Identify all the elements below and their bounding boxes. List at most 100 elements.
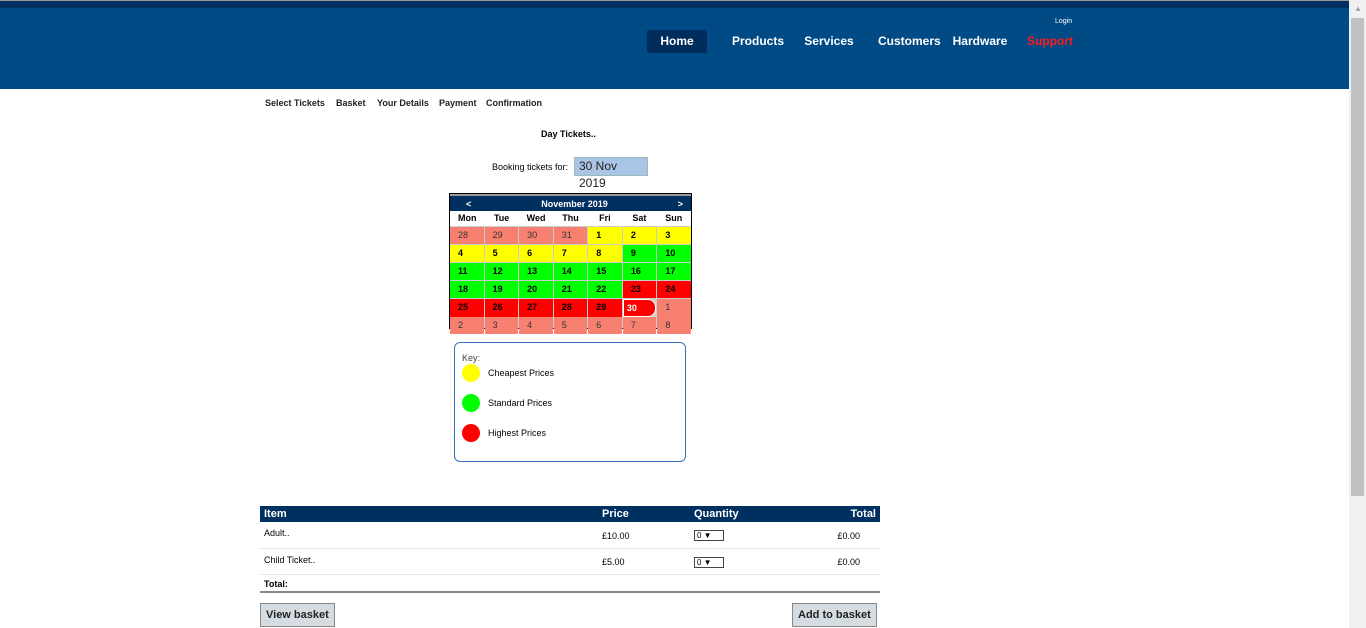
total-label: Total:	[264, 578, 288, 589]
calendar-day[interactable]: 24	[657, 281, 691, 298]
quantity-select[interactable]: 0 ▼	[694, 556, 724, 568]
total-row: Total:	[260, 574, 880, 592]
page-title: Day Tickets..	[541, 129, 596, 139]
calendar-day[interactable]: 25	[450, 299, 484, 317]
calendar-day[interactable]: 23	[622, 281, 657, 298]
calendar-day[interactable]: 5	[553, 317, 588, 334]
calendar-day[interactable]: 29	[484, 227, 519, 244]
calendar-day[interactable]: 4	[519, 317, 553, 334]
quantity-select[interactable]: 0 ▼	[694, 530, 724, 542]
calendar-day[interactable]: 16	[622, 263, 657, 280]
nav-support[interactable]: Support	[1026, 30, 1074, 53]
calendar-day[interactable]: 7	[553, 245, 588, 262]
scroll-thumb[interactable]	[1351, 18, 1364, 496]
calendar: < November 2019 > Mon Tue Wed Thu Fri Sat Sun …	[449, 193, 692, 334]
calendar-day[interactable]: 13	[519, 263, 553, 280]
step-select-tickets[interactable]: Select Tickets	[265, 98, 325, 108]
calendar-day[interactable]: 4	[450, 245, 484, 262]
calendar-day[interactable]: 22	[588, 281, 622, 298]
calendar-day[interactable]: 1	[588, 227, 622, 244]
calendar-day[interactable]: 26	[484, 299, 519, 317]
weekday-label: Sun	[665, 213, 683, 223]
quantity-value: 0	[697, 557, 702, 567]
add-to-basket-button[interactable]: Add to basket	[792, 603, 877, 627]
col-quantity: Quantity	[694, 508, 739, 520]
calendar-day[interactable]: 6	[588, 317, 622, 334]
calendar-day[interactable]: 6	[519, 245, 553, 262]
booking-label: Booking tickets for:	[492, 162, 569, 172]
step-payment[interactable]: Payment	[439, 98, 477, 108]
nav-home[interactable]: Home	[647, 30, 707, 53]
nav-services[interactable]: Services	[803, 30, 855, 53]
login-link[interactable]: Login	[1055, 18, 1072, 25]
key-cheapest: Cheapest Prices	[462, 364, 554, 382]
key-item-label: Highest Prices	[488, 428, 547, 438]
calendar-day[interactable]: 9	[622, 245, 657, 262]
yellow-dot-icon	[462, 364, 480, 382]
calendar-day[interactable]: 12	[484, 263, 519, 280]
calendar-day[interactable]: 2	[450, 317, 484, 334]
view-basket-button[interactable]: View basket	[260, 603, 335, 627]
weekday-label: Wed	[526, 213, 546, 223]
calendar-day[interactable]: 2	[622, 227, 657, 244]
calendar-day[interactable]: 7	[622, 317, 657, 334]
calendar-day[interactable]: 8	[657, 317, 691, 334]
calendar-day[interactable]: 28	[450, 227, 484, 244]
price-key: Key: Cheapest Prices Standard Prices Hig…	[454, 342, 686, 462]
calendar-day[interactable]: 21	[553, 281, 588, 298]
col-price: Price	[602, 508, 629, 520]
calendar-day[interactable]: 30	[622, 299, 657, 317]
calendar-day[interactable]: 18	[450, 281, 484, 298]
calendar-week: 25 26 27 28 29 30 1	[450, 299, 691, 317]
table-row: Adult.. £10.00 0 ▼ £0.00	[260, 522, 880, 548]
item-total: £0.00	[837, 557, 860, 567]
key-highest: Highest Prices	[462, 424, 546, 442]
weekday-label: Tue	[493, 213, 510, 223]
booking-date-field[interactable]: 30 Nov 2019	[574, 157, 648, 190]
item-total: £0.00	[837, 530, 860, 541]
calendar-day[interactable]: 19	[484, 281, 519, 298]
green-dot-icon	[462, 394, 480, 412]
step-confirmation[interactable]: Confirmation	[486, 98, 542, 108]
calendar-day[interactable]: 17	[657, 263, 691, 280]
calendar-week: 18 19 20 21 22 23 24	[450, 281, 691, 298]
step-basket[interactable]: Basket	[336, 98, 366, 108]
nav-hardware[interactable]: Hardware	[952, 30, 1008, 53]
tickets-table: Item Price Quantity Total Adult.. £10.00…	[260, 506, 880, 593]
nav-customers[interactable]: Customers	[878, 30, 941, 53]
calendar-day[interactable]: 20	[519, 281, 553, 298]
nav-products[interactable]: Products	[730, 30, 786, 53]
calendar-day[interactable]: 27	[519, 299, 553, 317]
calendar-day[interactable]: 29	[588, 299, 622, 317]
calendar-day[interactable]: 3	[484, 317, 519, 334]
next-month-button[interactable]: >	[678, 199, 683, 209]
calendar-week: 11 12 13 14 15 16 17	[450, 263, 691, 280]
calendar-day[interactable]: 11	[450, 263, 484, 280]
calendar-day[interactable]: 5	[484, 245, 519, 262]
step-your-details[interactable]: Your Details	[377, 98, 429, 108]
key-item-label: Standard Prices	[488, 398, 553, 408]
item-price: £5.00	[602, 557, 625, 567]
calendar-day[interactable]: 30	[519, 227, 553, 244]
scrollbar[interactable]: ▲	[1349, 0, 1366, 628]
calendar-day[interactable]: 14	[553, 263, 588, 280]
prev-month-button[interactable]: <	[466, 199, 471, 209]
calendar-day[interactable]: 1	[657, 299, 691, 317]
weekday-label: Sat	[632, 213, 647, 223]
item-name: Adult..	[264, 528, 290, 538]
calendar-day[interactable]: 8	[588, 245, 622, 262]
weekday-label: Fri	[599, 213, 611, 223]
calendar-day[interactable]: 3	[657, 227, 691, 244]
table-row: Child Ticket.. £5.00 0 ▼ £0.00	[260, 548, 880, 574]
calendar-day[interactable]: 28	[553, 299, 588, 317]
calendar-day[interactable]: 15	[588, 263, 622, 280]
weekday-label: Mon	[457, 213, 477, 223]
item-price: £10.00	[602, 530, 630, 541]
calendar-day[interactable]: 31	[553, 227, 588, 244]
red-dot-icon	[462, 424, 480, 442]
calendar-week: 2345678	[450, 317, 691, 334]
calendar-week: 4 5 6 7 8 9 10	[450, 245, 691, 262]
calendar-day[interactable]: 10	[657, 245, 691, 262]
calendar-week: 28 29 30 31 1 2 3	[450, 227, 691, 244]
scroll-up-icon[interactable]: ▲	[1354, 4, 1362, 13]
